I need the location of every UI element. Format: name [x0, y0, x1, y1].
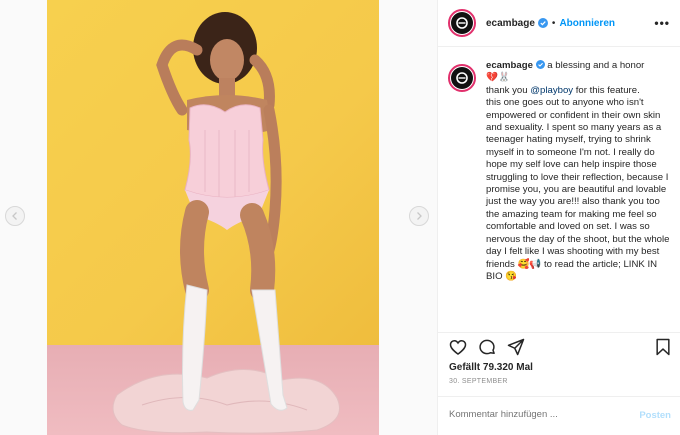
username-link[interactable]: ecambage [486, 18, 535, 29]
profile-logo-icon [451, 67, 473, 89]
profile-logo-icon [451, 12, 473, 34]
caption-text: ecambage a blessing and a honor 💔🐰 thank… [486, 60, 674, 283]
comment-icon[interactable] [477, 337, 497, 357]
comment-input[interactable] [449, 409, 619, 420]
model-figure [112, 12, 340, 434]
separator-dot: • [551, 17, 556, 29]
post-header: ecambage • Abonnieren ••• [438, 0, 680, 47]
instagram-post-view: ecambage • Abonnieren ••• ecambage a ble… [0, 0, 680, 435]
likes-count[interactable]: Gefällt 79.320 Mal [449, 362, 533, 373]
caption-body: this one goes out to anyone who isn't em… [486, 97, 670, 282]
next-post-button[interactable] [409, 206, 429, 226]
action-bar [438, 332, 680, 360]
heart-icon[interactable] [448, 337, 468, 357]
caption-line: a blessing and a honor [547, 60, 645, 71]
more-options-button[interactable]: ••• [654, 16, 670, 30]
bookmark-icon[interactable] [653, 337, 673, 357]
mention-link[interactable]: @playboy [530, 85, 573, 96]
share-icon[interactable] [506, 337, 526, 357]
verified-icon [537, 18, 548, 28]
caption: ecambage a blessing and a honor 💔🐰 thank… [448, 60, 676, 283]
caption-username[interactable]: ecambage [486, 60, 533, 71]
caption-line: for this feature. [575, 84, 640, 96]
chevron-right-icon [417, 212, 422, 220]
comment-bar: Posten [438, 396, 680, 435]
post-date[interactable]: 30. SEPTEMBER [449, 378, 508, 385]
follow-button[interactable]: Abonnieren [559, 18, 615, 29]
chevron-left-icon [12, 212, 17, 220]
verified-icon [535, 60, 545, 69]
avatar[interactable] [448, 9, 476, 37]
caption-avatar[interactable] [448, 64, 476, 92]
previous-post-button[interactable] [5, 206, 25, 226]
caption-emoji: 💔🐰 [486, 72, 510, 84]
caption-line: thank you [486, 84, 528, 96]
post-image[interactable] [47, 0, 379, 435]
post-comment-button[interactable]: Posten [639, 410, 671, 421]
post-detail-panel: ecambage • Abonnieren ••• ecambage a ble… [437, 0, 680, 435]
